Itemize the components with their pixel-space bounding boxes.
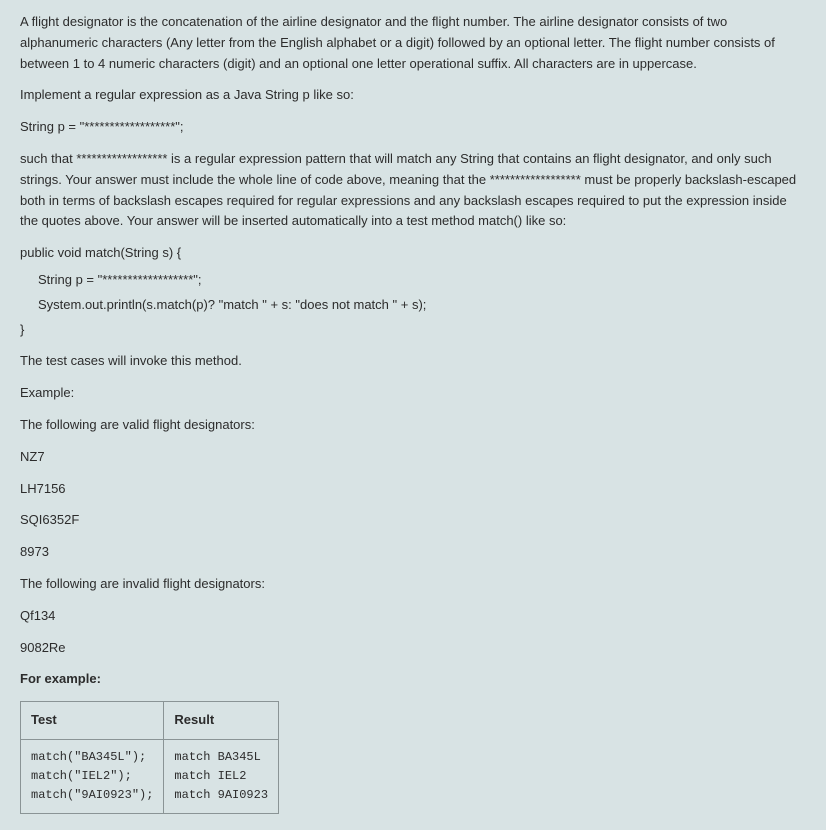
invalid-1: Qf134 — [20, 606, 806, 627]
header-test: Test — [21, 702, 164, 740]
example-table: Test Result match("BA345L"); match("IEL2… — [20, 701, 279, 814]
testcases-line: The test cases will invoke this method. — [20, 351, 806, 372]
cell-test: match("BA345L"); match("IEL2"); match("9… — [21, 739, 164, 814]
method-close: } — [20, 320, 806, 341]
intro-paragraph-1: A flight designator is the concatenation… — [20, 12, 806, 74]
method-line-1: String p = "******************"; — [38, 270, 806, 291]
method-line-2: System.out.println(s.match(p)? "match " … — [38, 295, 806, 316]
such-that-paragraph: such that ****************** is a regula… — [20, 149, 806, 232]
table-header-row: Test Result — [21, 702, 279, 740]
valid-4: 8973 — [20, 542, 806, 563]
valid-1: NZ7 — [20, 447, 806, 468]
intro-paragraph-2: Implement a regular expression as a Java… — [20, 85, 806, 106]
code-line-declaration: String p = "******************"; — [20, 117, 806, 138]
invalid-label: The following are invalid flight designa… — [20, 574, 806, 595]
valid-label: The following are valid flight designato… — [20, 415, 806, 436]
valid-3: SQI6352F — [20, 510, 806, 531]
valid-2: LH7156 — [20, 479, 806, 500]
example-label: Example: — [20, 383, 806, 404]
header-result: Result — [164, 702, 279, 740]
cell-result: match BA345L match IEL2 match 9AI0923 — [164, 739, 279, 814]
method-open: public void match(String s) { — [20, 243, 806, 264]
invalid-2: 9082Re — [20, 638, 806, 659]
question-panel: A flight designator is the concatenation… — [0, 0, 826, 830]
table-row: match("BA345L"); match("IEL2"); match("9… — [21, 739, 279, 814]
for-example-label: For example: — [20, 669, 806, 690]
